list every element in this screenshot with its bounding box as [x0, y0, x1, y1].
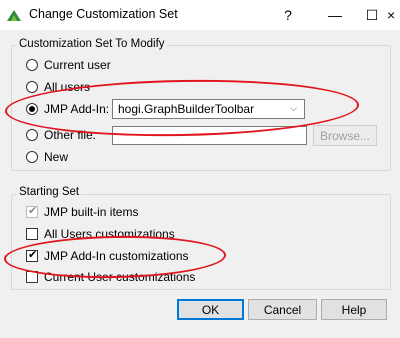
- title-bar: Change Customization Set ? — ☐ ×: [0, 0, 400, 30]
- modify-group-title: Customization Set To Modify: [17, 38, 167, 50]
- checkbox-label: Current User customizations: [44, 270, 196, 284]
- checkbox-label: JMP built-in items: [44, 205, 139, 219]
- check-icon: ✔: [28, 249, 38, 261]
- checkbox[interactable]: ✔: [26, 205, 38, 218]
- checkbox-label: All Users customizations: [44, 227, 175, 241]
- browse-button[interactable]: Browse...: [313, 125, 377, 146]
- radio-label: New: [44, 150, 69, 164]
- radio-circle[interactable]: [26, 151, 38, 163]
- check-icon: ✔: [28, 205, 38, 217]
- radio-new[interactable]: New: [26, 149, 68, 165]
- checkbox-label: JMP Add-In customizations: [44, 249, 189, 263]
- radio-label: JMP Add-In:: [44, 102, 110, 116]
- radio-circle[interactable]: [26, 59, 38, 71]
- radio-label: All users: [44, 80, 91, 94]
- radio-current-user[interactable]: Current user: [26, 57, 111, 73]
- checkbox[interactable]: [26, 271, 38, 283]
- check-all-users-customizations[interactable]: All Users customizations: [26, 226, 175, 242]
- window-title: Change Customization Set: [29, 7, 178, 21]
- cancel-button[interactable]: Cancel: [248, 299, 317, 320]
- radio-jmp-addin[interactable]: JMP Add-In:: [26, 101, 109, 117]
- checkbox[interactable]: ✔: [26, 249, 38, 262]
- jmp-app-icon: [7, 10, 21, 21]
- radio-label: Current user: [44, 58, 111, 72]
- ok-button[interactable]: OK: [177, 299, 244, 320]
- check-jmp-built-in[interactable]: ✔ JMP built-in items: [26, 204, 138, 220]
- chevron-down-icon: ⌵: [290, 103, 297, 113]
- radio-circle[interactable]: [26, 103, 38, 115]
- close-button[interactable]: ×: [387, 0, 400, 30]
- radio-label: Other file:: [44, 128, 97, 142]
- help-title-button[interactable]: ?: [266, 0, 310, 30]
- starting-set-title: Starting Set: [17, 186, 82, 198]
- help-button[interactable]: Help: [321, 299, 387, 320]
- other-file-field[interactable]: [112, 126, 307, 145]
- radio-circle[interactable]: [26, 129, 38, 141]
- radio-circle[interactable]: [26, 81, 38, 93]
- radio-other-file[interactable]: Other file:: [26, 127, 96, 143]
- check-jmp-addin-customizations[interactable]: ✔ JMP Add-In customizations: [26, 248, 189, 264]
- checkbox[interactable]: [26, 228, 38, 240]
- check-current-user-customizations[interactable]: Current User customizations: [26, 269, 195, 285]
- addin-select[interactable]: hogi.GraphBuilderToolbar ⌵: [112, 99, 305, 119]
- radio-all-users[interactable]: All users: [26, 79, 90, 95]
- addin-select-value: hogi.GraphBuilderToolbar: [118, 102, 255, 116]
